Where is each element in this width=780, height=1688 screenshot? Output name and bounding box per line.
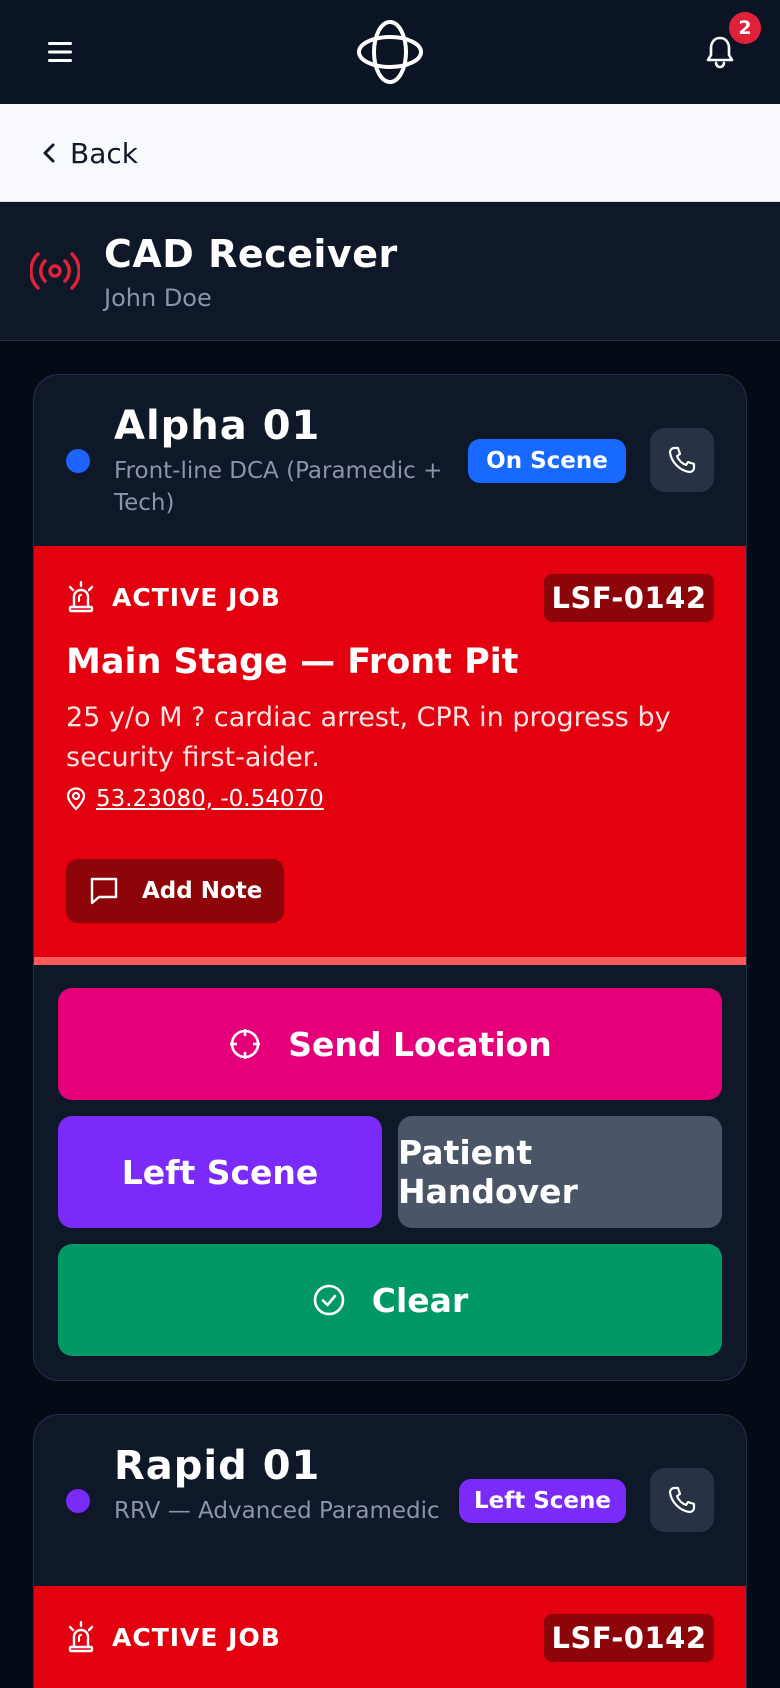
active-job-header: ACTIVE JOB xyxy=(66,1621,281,1653)
clear-label: Clear xyxy=(371,1280,469,1320)
active-job-label: ACTIVE JOB xyxy=(112,1622,281,1652)
map-pin-icon xyxy=(66,787,86,811)
back-bar: Back xyxy=(0,104,780,202)
job-coordinates: 53.23080, -0.54070 xyxy=(96,786,324,812)
bell-icon xyxy=(706,36,734,69)
page-title: CAD Receiver xyxy=(104,232,398,276)
app-logo[interactable] xyxy=(355,18,425,86)
send-location-label: Send Location xyxy=(288,1024,552,1064)
phone-icon xyxy=(668,1486,696,1514)
page-subtitle: John Doe xyxy=(104,284,212,312)
patient-handover-label: Patient Handover xyxy=(398,1133,578,1211)
unit-card-rapid-01: Rapid 01 RRV — Advanced Paramedic Left S… xyxy=(33,1414,747,1688)
siren-icon xyxy=(68,581,94,613)
notification-count-badge: 2 xyxy=(729,12,761,44)
left-scene-label: Left Scene xyxy=(121,1152,319,1192)
back-label: Back xyxy=(70,136,138,170)
call-unit-button[interactable] xyxy=(650,1468,714,1532)
unit-name: Rapid 01 xyxy=(114,1443,321,1489)
unit-description: Front-line DCA (Paramedic + Tech) xyxy=(114,458,443,516)
job-description: 25 y/o M ? cardiac arrest, CPR in progre… xyxy=(66,702,671,773)
unit-status-dot xyxy=(66,1489,90,1513)
active-job-panel: ACTIVE JOB LSF-0142 Main Stage — Front P… xyxy=(34,546,746,965)
unit-status-badge: Left Scene xyxy=(459,1479,626,1523)
phone-icon xyxy=(668,446,696,474)
unit-name: Alpha 01 xyxy=(114,403,321,449)
orbit-logo-icon xyxy=(357,20,423,84)
job-id-badge: LSF-0142 xyxy=(544,574,714,622)
unit-status-badge: On Scene xyxy=(468,439,626,483)
active-job-panel: ACTIVE JOB LSF-0142 xyxy=(34,1586,746,1688)
job-panel-divider xyxy=(34,957,746,965)
message-square-icon xyxy=(90,877,118,905)
chevron-left-icon xyxy=(43,143,55,163)
call-unit-button[interactable] xyxy=(650,428,714,492)
job-location: Main Stage — Front Pit xyxy=(66,642,519,682)
job-coordinates-link[interactable]: 53.23080, -0.54070 xyxy=(66,786,324,812)
broadcast-icon xyxy=(30,252,80,290)
add-note-button[interactable]: Add Note xyxy=(66,859,284,923)
unit-status-dot xyxy=(66,449,90,473)
patient-handover-button[interactable]: Patient Handover xyxy=(398,1116,722,1228)
active-job-header: ACTIVE JOB xyxy=(66,581,281,613)
hamburger-icon xyxy=(48,42,72,62)
clear-button[interactable]: Clear xyxy=(58,1244,722,1356)
check-circle-icon xyxy=(313,1284,345,1316)
top-app-bar: 2 xyxy=(0,0,780,104)
back-button[interactable]: Back xyxy=(42,130,138,176)
add-note-label: Add Note xyxy=(142,878,263,904)
siren-icon xyxy=(68,1621,94,1653)
send-location-button[interactable]: Send Location xyxy=(58,988,722,1100)
job-id-badge: LSF-0142 xyxy=(544,1614,714,1662)
menu-button[interactable] xyxy=(36,28,84,76)
active-job-label: ACTIVE JOB xyxy=(112,582,281,612)
unit-description: RRV — Advanced Paramedic xyxy=(114,1498,440,1524)
left-scene-button[interactable]: Left Scene xyxy=(58,1116,382,1228)
unit-card-alpha-01: Alpha 01 Front-line DCA (Paramedic + Tec… xyxy=(33,374,747,1381)
crosshair-icon xyxy=(230,1029,261,1059)
